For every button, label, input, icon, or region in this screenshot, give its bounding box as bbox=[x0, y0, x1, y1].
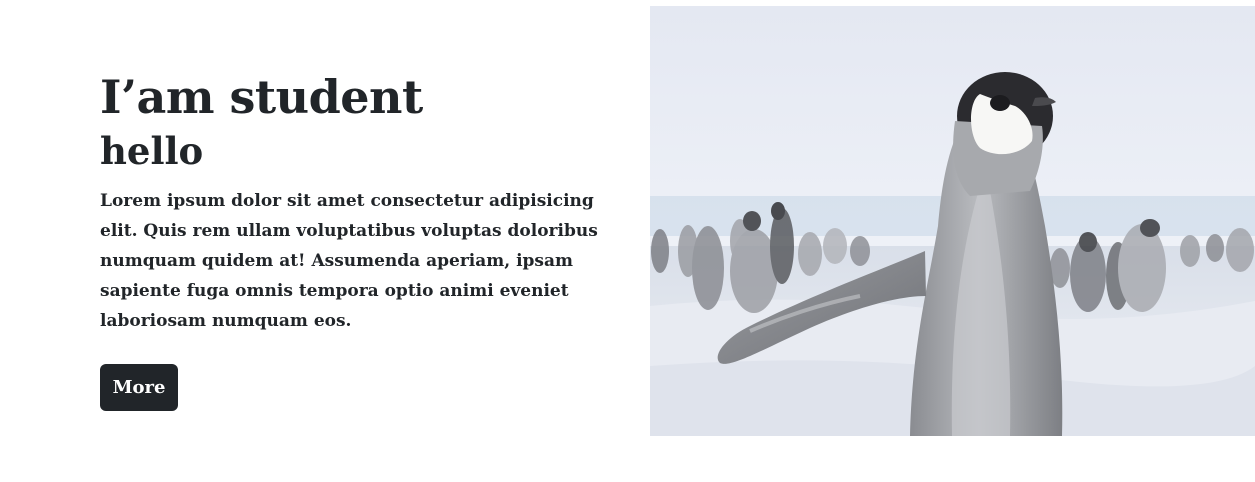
penguin-photo bbox=[650, 6, 1255, 436]
hero-text-column: I’am student hello Lorem ipsum dolor sit… bbox=[100, 68, 620, 336]
hero-section: I’am student hello Lorem ipsum dolor sit… bbox=[0, 0, 1255, 482]
hero-description: Lorem ipsum dolor sit amet consectetur a… bbox=[100, 191, 598, 331]
penguin-illustration bbox=[650, 6, 1255, 436]
more-button[interactable]: More bbox=[100, 364, 178, 411]
page-subtitle: hello bbox=[100, 129, 204, 173]
page-title: I’am student bbox=[100, 70, 423, 124]
